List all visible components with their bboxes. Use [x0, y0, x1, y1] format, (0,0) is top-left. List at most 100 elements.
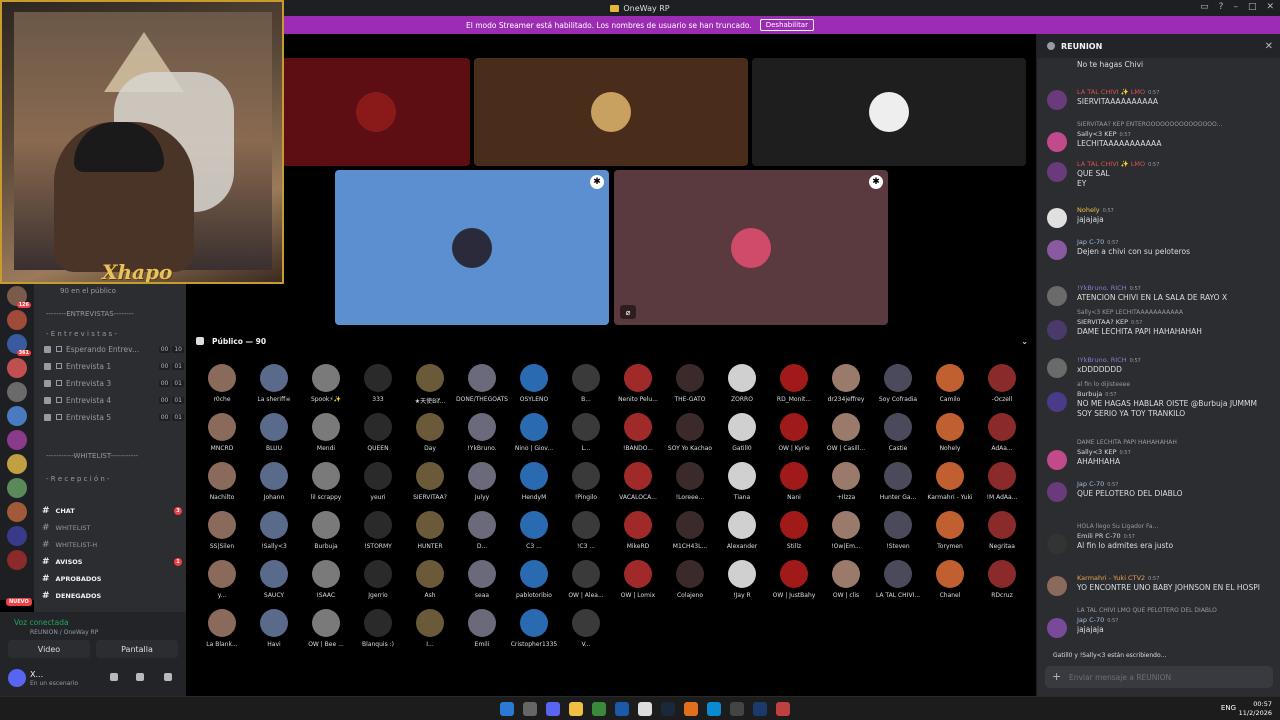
voice-channel[interactable]: Entrevista 5 00 01	[44, 410, 184, 424]
message-author[interactable]: Emili PR C-70 0:57	[1077, 532, 1135, 540]
audience-member[interactable]: OW | Kyrie	[768, 413, 820, 459]
server-icon[interactable]	[7, 382, 27, 402]
server-icon[interactable]	[7, 550, 27, 570]
audience-member[interactable]: SS|Silen	[196, 511, 248, 557]
message-author[interactable]: Burbuja 0:57	[1077, 390, 1117, 398]
audience-member[interactable]: Nino | Giov...	[508, 413, 560, 459]
audience-member[interactable]: V...	[560, 609, 612, 655]
audience-member[interactable]: dr234jeffrey	[820, 364, 872, 410]
audience-member[interactable]: !Ow|Em...	[820, 511, 872, 557]
audience-member[interactable]: 333	[352, 364, 404, 410]
audience-member[interactable]: pablotoribio	[508, 560, 560, 606]
message-author[interactable]: LA TAL CHIVI ✨ LMO 0:57	[1077, 88, 1159, 96]
chat-message[interactable]: Jap C-70 0:57 Dejen a chivi con su peloter…	[1045, 238, 1277, 260]
audience-member[interactable]: y...	[196, 560, 248, 606]
audience-member[interactable]: !Loreee...	[664, 462, 716, 508]
app-icon[interactable]	[730, 702, 744, 716]
audience-member[interactable]: !Sally<3	[248, 511, 300, 557]
audience-member[interactable]: MikeRD	[612, 511, 664, 557]
chat-message[interactable]: DAME LECHITA PAPI HAHAHAHAH Sally<3 KEP 0:…	[1045, 439, 1277, 470]
minimize-icon[interactable]: –	[1233, 2, 1238, 12]
settings-gear-icon[interactable]: ✱	[590, 175, 604, 189]
reply-preview[interactable]: SIERVITAA? KEP ENTEROOOOOOOOOOOOOOO...	[1077, 121, 1277, 128]
audience-member[interactable]: Torymen	[924, 511, 976, 557]
voice-location[interactable]: REUNION / OneWay RP	[30, 629, 98, 636]
start-icon[interactable]	[500, 702, 514, 716]
voice-channel[interactable]: Entrevista 3 00 01	[44, 376, 184, 390]
voice-channel[interactable]: Entrevista 1 00 01	[44, 359, 184, 373]
audience-member[interactable]: AdAa...	[976, 413, 1028, 459]
audience-member[interactable]: Castie	[872, 413, 924, 459]
audience-member[interactable]: Mendi	[300, 413, 352, 459]
server-icon[interactable]	[7, 454, 27, 474]
avatar[interactable]	[1047, 162, 1067, 182]
audience-member[interactable]: Julyy	[456, 462, 508, 508]
server-icon[interactable]: 361	[7, 334, 31, 356]
speaker-tile[interactable]: ✱	[335, 170, 609, 325]
audience-member[interactable]: Chanel	[924, 560, 976, 606]
chat-message[interactable]: !YkBruno. RICH 0:57 xDDDDDDD	[1045, 356, 1277, 378]
avatar[interactable]	[8, 669, 26, 687]
message-author[interactable]: !YkBruno. RICH 0:57	[1077, 356, 1141, 364]
audience-member[interactable]: C3 ...	[508, 511, 560, 557]
chat-message[interactable]: No te hagas Chivi	[1045, 60, 1277, 82]
audience-member[interactable]: !Jay R	[716, 560, 768, 606]
audience-member[interactable]: lil scrappy	[300, 462, 352, 508]
audience-member[interactable]: Karmahri - Yuki	[924, 462, 976, 508]
server-icon[interactable]	[7, 310, 27, 330]
avatar[interactable]	[1047, 450, 1067, 470]
audience-member[interactable]: Cristopher1335	[508, 609, 560, 655]
settings-gear-icon[interactable]: ✱	[869, 175, 883, 189]
avatar[interactable]	[1047, 320, 1067, 340]
audience-member[interactable]: BLUU	[248, 413, 300, 459]
chat-message[interactable]: SIERVITAA? KEP ENTEROOOOOOOOOOOOOOO... Sa…	[1045, 121, 1277, 152]
audience-member[interactable]: RD_Monit...	[768, 364, 820, 410]
message-author[interactable]: !YkBruno. RICH 0:57	[1077, 284, 1141, 292]
chat-message[interactable]: HOLA llego Su Ligador Fa... Emili PR C-70…	[1045, 523, 1277, 554]
speaker-tile[interactable]	[752, 58, 1026, 166]
message-author[interactable]: Jap C-70 0:57	[1077, 616, 1118, 624]
audience-member[interactable]: DONE/THEGOATS	[456, 364, 508, 410]
audience-member[interactable]: Johann	[248, 462, 300, 508]
audience-header[interactable]: Público — 90 ⌄	[196, 334, 1028, 348]
message-author[interactable]: Sally<3 KEP 0:57	[1077, 448, 1131, 456]
chat-message[interactable]: !YkBruno. RICH 0:57 ATENCION CHIVI EN LA S…	[1045, 284, 1277, 306]
audience-member[interactable]: La Blank...	[196, 609, 248, 655]
audience-member[interactable]: Emili	[456, 609, 508, 655]
search-icon[interactable]	[523, 702, 537, 716]
audience-member[interactable]: D...	[456, 511, 508, 557]
audience-member[interactable]: OW | clis	[820, 560, 872, 606]
audience-member[interactable]: Stillz	[768, 511, 820, 557]
audience-member[interactable]: SAUCY	[248, 560, 300, 606]
audience-member[interactable]: Nohely	[924, 413, 976, 459]
server-icon[interactable]	[7, 430, 27, 450]
language-indicator[interactable]: ENG	[1221, 704, 1236, 712]
maximize-icon[interactable]: □	[1248, 2, 1257, 12]
text-channel-avisos[interactable]: # AVISOS 1	[42, 555, 182, 569]
audience-member[interactable]: OSYLENO	[508, 364, 560, 410]
audience-member[interactable]: L...	[560, 413, 612, 459]
audience-member[interactable]: MNCRD	[196, 413, 248, 459]
audience-member[interactable]: SIERVITAA?	[404, 462, 456, 508]
server-icon[interactable]	[7, 502, 27, 522]
audience-member[interactable]: +Ilzza	[820, 462, 872, 508]
server-icon[interactable]	[7, 406, 27, 426]
help-icon[interactable]: ?	[1219, 2, 1224, 12]
audience-member[interactable]: Nani	[768, 462, 820, 508]
avatar[interactable]	[1047, 534, 1067, 554]
headphones-icon[interactable]	[136, 673, 144, 681]
audience-member[interactable]: QUEEN	[352, 413, 404, 459]
server-icon[interactable]	[7, 358, 27, 378]
chat-message[interactable]: Sally<3 KEP LECHITAAAAAAAAAAA SIERVITAA? …	[1045, 309, 1277, 340]
server-icon[interactable]: 126	[7, 286, 31, 308]
audience-member[interactable]: La sheriff☠	[248, 364, 300, 410]
reply-preview[interactable]: LA TAL CHIVI LMO QUE PELOTERO DEL DIABLO	[1077, 607, 1277, 614]
audience-member[interactable]: OW | Lomix	[612, 560, 664, 606]
audience-member[interactable]: Camilo	[924, 364, 976, 410]
audience-member[interactable]: Spook⚡✨	[300, 364, 352, 410]
audience-member[interactable]: !YkBruno.	[456, 413, 508, 459]
audience-member[interactable]: M1CH43L...	[664, 511, 716, 557]
message-input[interactable]: + Enviar mensaje a REUNION	[1045, 666, 1273, 688]
audience-member[interactable]: Ash	[404, 560, 456, 606]
message-author[interactable]: SIERVITAA? KEP 0:57	[1077, 318, 1142, 326]
